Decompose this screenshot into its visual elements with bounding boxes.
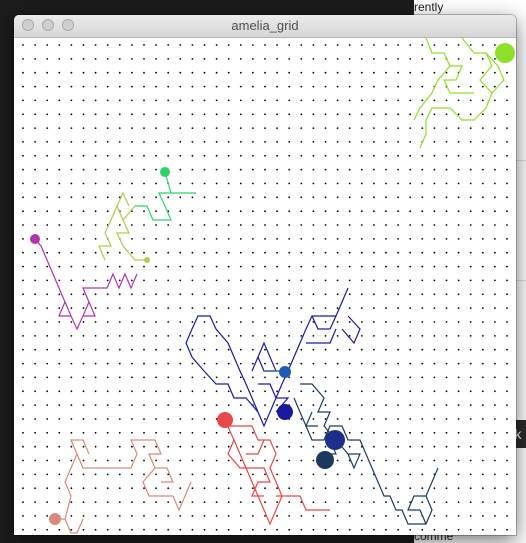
walker-path <box>185 287 349 428</box>
walker-path <box>64 518 84 534</box>
walker-head <box>160 167 170 177</box>
walker-path <box>293 397 439 525</box>
walker-path <box>413 65 451 121</box>
walker-path <box>305 411 318 427</box>
walker-head <box>277 404 293 420</box>
navy-walker <box>185 287 361 428</box>
lime-walker <box>413 38 515 149</box>
walker-path <box>135 192 172 221</box>
olive-walker <box>98 191 150 263</box>
walker-head <box>49 513 61 525</box>
drawing-canvas[interactable] <box>14 38 516 535</box>
walker-path <box>251 341 277 372</box>
walker-path <box>116 191 130 207</box>
blue-walker <box>264 366 291 378</box>
darkblue-walker <box>325 430 345 450</box>
walker-path <box>224 419 283 526</box>
walker-path <box>164 171 196 194</box>
walker-path <box>306 328 337 344</box>
red-walker <box>217 412 330 526</box>
walker-head <box>325 430 345 450</box>
walker-path <box>55 439 192 520</box>
magenta-walker <box>30 234 138 331</box>
app-window: amelia_grid <box>14 15 516 535</box>
walker-path <box>227 439 271 497</box>
title-bar[interactable]: amelia_grid <box>14 15 516 38</box>
walker-path <box>58 301 71 317</box>
walker-path <box>185 342 259 413</box>
walker-head <box>495 43 515 63</box>
walker-head <box>144 257 150 263</box>
steel-walker <box>293 383 439 525</box>
walker-path <box>246 439 265 455</box>
grid-drawing <box>22 38 515 534</box>
walker-path <box>407 495 427 525</box>
walker-path <box>425 38 474 94</box>
walker-head <box>30 234 40 244</box>
walker-path <box>83 301 96 317</box>
walker-path <box>311 315 337 330</box>
salmon-walker <box>49 439 192 534</box>
walker-head <box>217 412 233 428</box>
walker-path <box>70 439 90 455</box>
window-title: amelia_grid <box>231 18 299 33</box>
walker-head <box>316 451 334 469</box>
walker-path <box>341 315 361 345</box>
walker-path <box>276 495 330 511</box>
walker-head <box>279 366 291 378</box>
dot-grid <box>22 44 508 531</box>
walker-path <box>155 467 174 483</box>
background-text-1: rently <box>414 0 444 14</box>
walker-path <box>116 219 147 261</box>
